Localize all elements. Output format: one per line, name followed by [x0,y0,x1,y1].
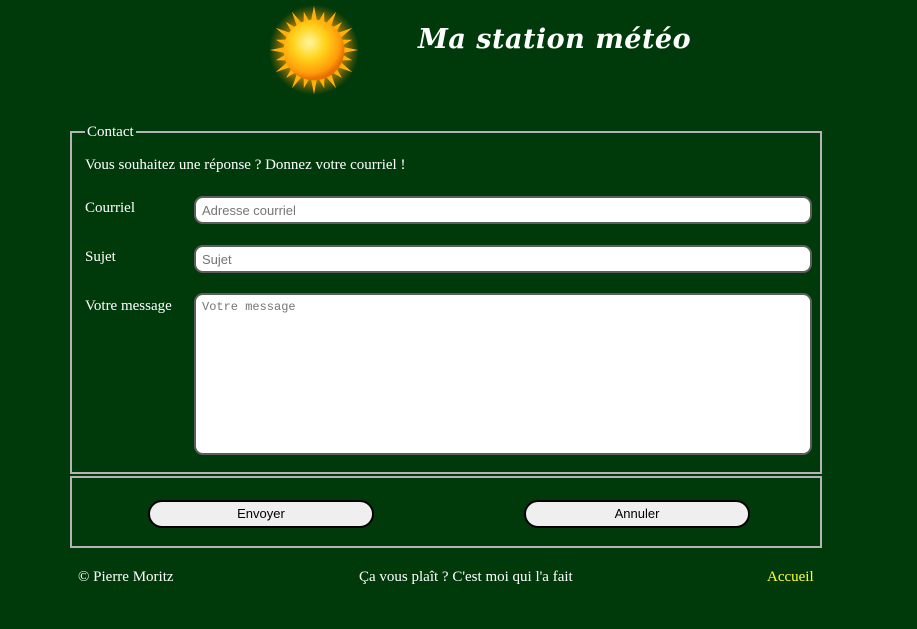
home-link[interactable]: Accueil [767,569,814,586]
subject-label: Sujet [85,249,116,265]
email-label: Courriel [85,200,135,216]
page-header: Ma station météo [0,0,917,100]
cancel-button[interactable]: Annuler [524,500,750,528]
message-textarea[interactable] [194,293,812,455]
contact-fieldset: Contact Vous souhaitez une réponse ? Don… [70,123,822,474]
actions-fieldset: Envoyer Annuler [70,476,822,548]
copyright-text: © Pierre Moritz [78,569,174,585]
contact-intro: Vous souhaitez une réponse ? Donnez votr… [85,157,406,173]
site-title: Ma station météo [418,24,692,55]
submit-button[interactable]: Envoyer [148,500,374,528]
contact-legend: Contact [85,123,136,141]
message-label: Votre message [85,298,172,314]
sun-icon [268,4,360,96]
footer-tagline: Ça vous plaît ? C'est moi qui l'a fait [359,569,573,585]
subject-field[interactable] [194,245,812,273]
email-field[interactable] [194,196,812,224]
